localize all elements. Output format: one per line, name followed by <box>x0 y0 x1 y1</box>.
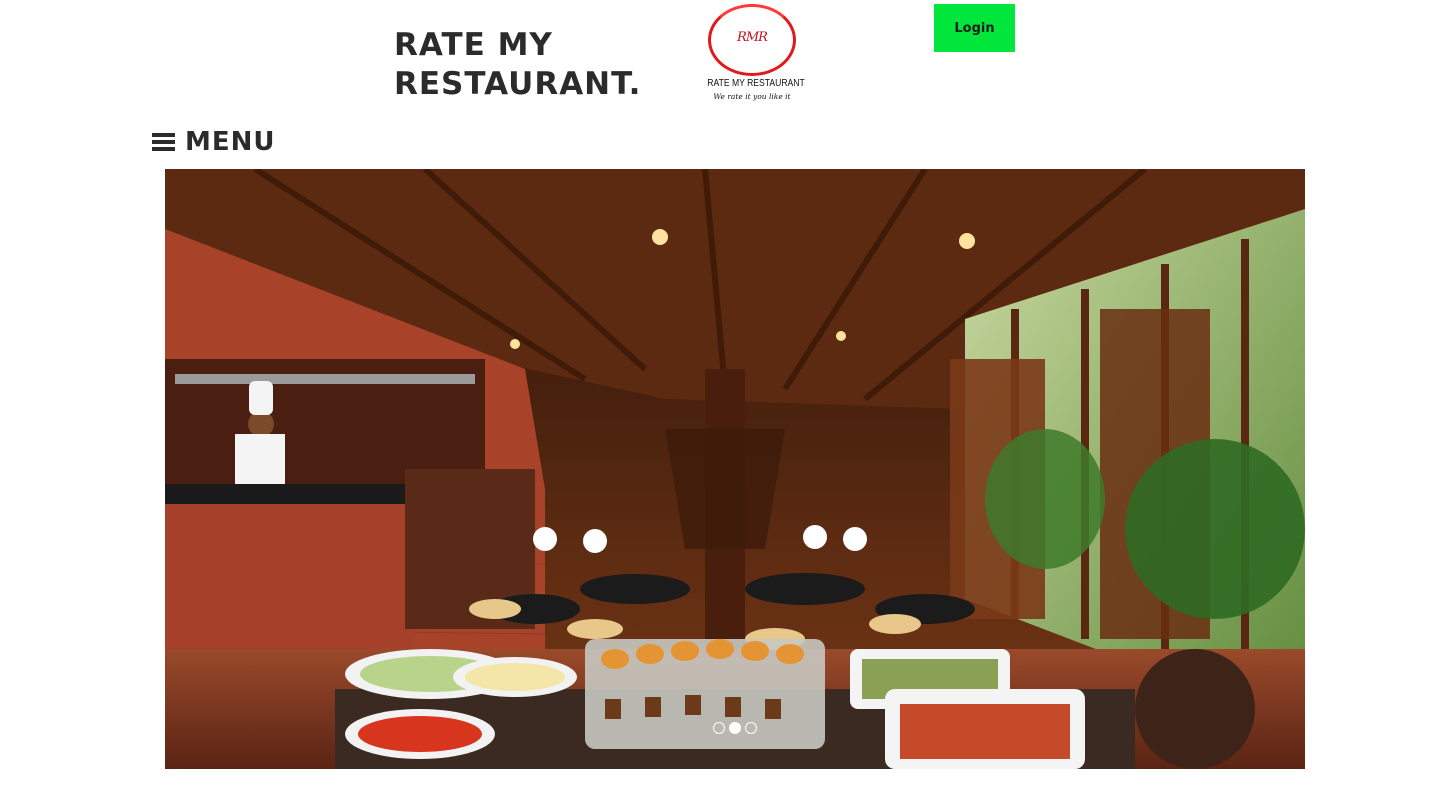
site-title: RATE MY RESTAURANT. <box>394 26 641 104</box>
image-slider[interactable] <box>165 169 1305 769</box>
login-button[interactable]: Login <box>934 4 1015 52</box>
site-logo[interactable]: RMR RATE MY RESTAURANT We rate it you li… <box>700 2 805 106</box>
logo-tagline: We rate it you like it <box>713 92 791 101</box>
hamburger-icon <box>152 132 175 152</box>
slide-image <box>165 169 1305 769</box>
slider-dot[interactable] <box>745 722 757 734</box>
logo-mark: RMR <box>737 30 768 45</box>
slider-dot-active[interactable] <box>729 722 741 734</box>
menu-toggle[interactable]: MENU <box>152 126 276 158</box>
site-title-line2: RESTAURANT. <box>394 66 642 102</box>
logo-name: RATE MY RESTAURANT <box>707 78 805 89</box>
menu-label: MENU <box>185 127 276 157</box>
slider-dots <box>713 722 757 734</box>
site-title-line1: RATE MY <box>394 27 553 63</box>
slider-dot[interactable] <box>713 722 725 734</box>
